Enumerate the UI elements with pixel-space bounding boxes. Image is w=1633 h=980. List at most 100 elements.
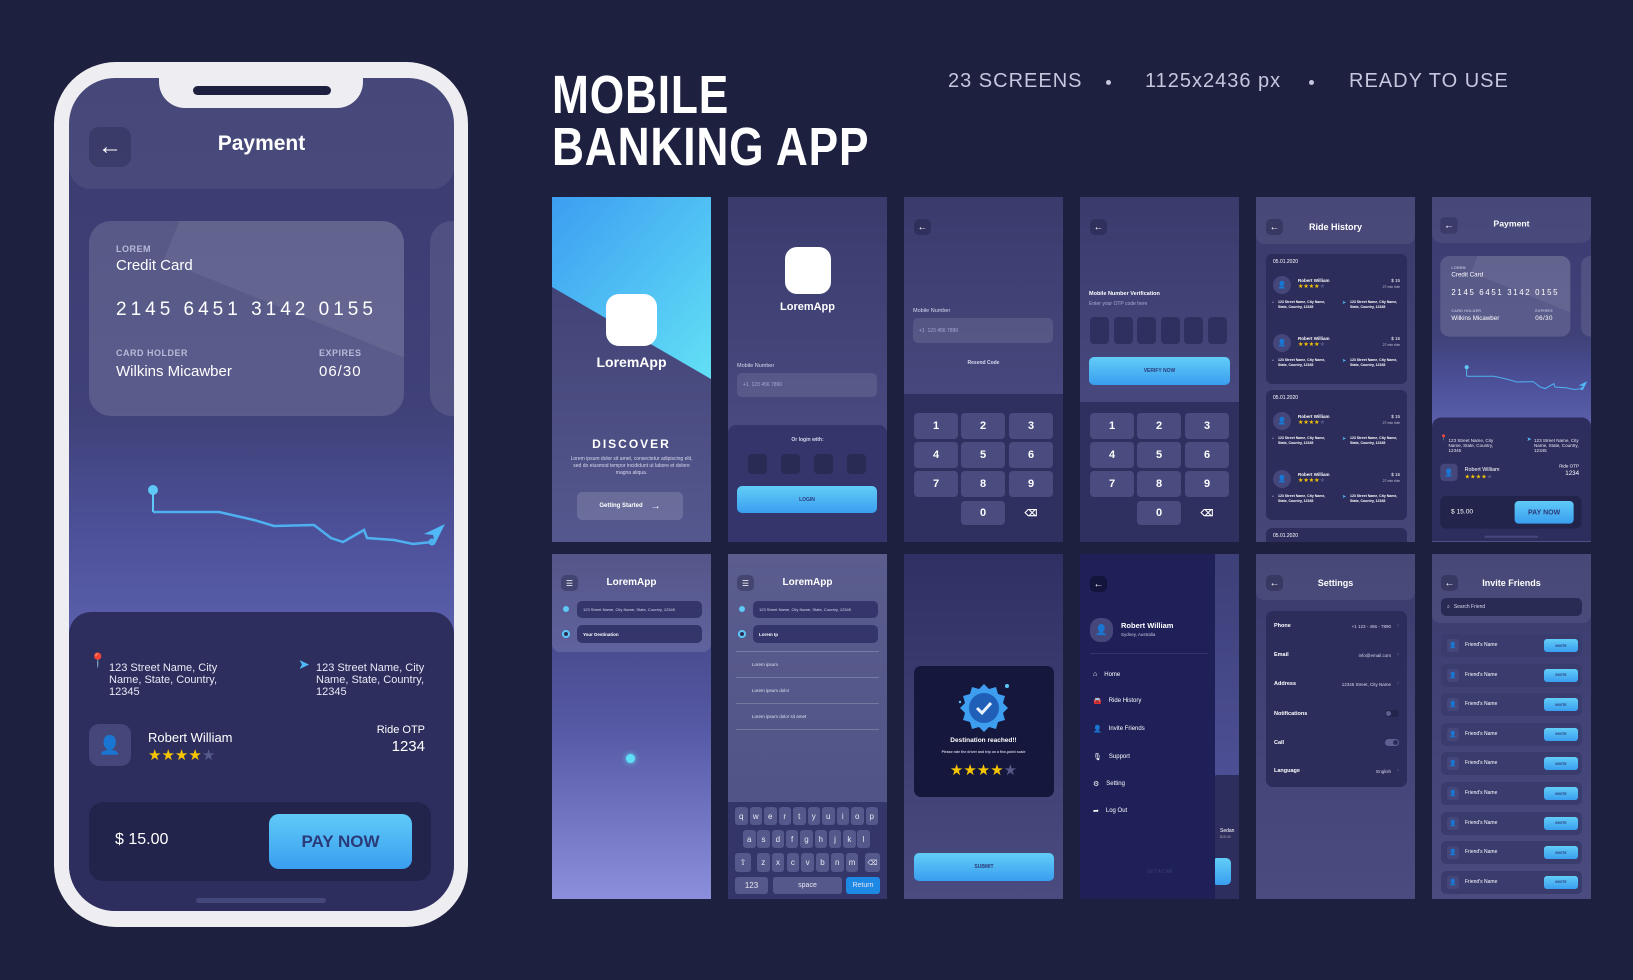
key-8[interactable]: 8 (1137, 471, 1181, 497)
setting-row-address[interactable]: Address 12345 Street, City Name › (1274, 681, 1399, 687)
social-login-button[interactable] (781, 454, 800, 474)
menu-item-log-out[interactable]: ➦ Log Out (1093, 807, 1127, 815)
key-s[interactable]: s (757, 830, 770, 848)
destination-input[interactable]: Lorem Ip (753, 625, 878, 643)
otp-digit-input[interactable] (1090, 317, 1109, 344)
pay-now-button[interactable]: PAY NOW (269, 814, 412, 869)
backspace-key[interactable]: ⌫ (1185, 501, 1229, 525)
invite-button[interactable]: INVITE (1544, 668, 1578, 682)
getting-started-button[interactable]: Getting Started → (577, 492, 683, 520)
numbers-key[interactable]: 123 (735, 877, 768, 894)
origin-input[interactable]: 123 Street Name, City Name, State, Count… (577, 601, 702, 618)
verify-now-button[interactable]: VERIFY NOW (1089, 357, 1230, 385)
invite-button[interactable]: INVITE (1544, 846, 1578, 860)
invite-button[interactable]: INVITE (1544, 875, 1578, 889)
space-key[interactable]: space (773, 877, 842, 894)
key-y[interactable]: y (807, 807, 820, 825)
setting-row-phone[interactable]: Phone +1 123 - 456 - 7890 › (1274, 623, 1399, 629)
key-q[interactable]: q (735, 807, 748, 825)
credit-card[interactable]: LOREM Credit Card 2145 6451 3142 0155 CA… (89, 221, 404, 416)
key-2[interactable]: 2 (1137, 413, 1181, 439)
mobile-number-input[interactable]: +1 123 456 7890 (737, 373, 877, 397)
ride-item[interactable]: 👤 Robert William ★★★★★ $ 15 27 min ride • 123 … (1266, 330, 1407, 390)
next-card[interactable] (1581, 256, 1591, 337)
invite-button[interactable]: INVITE (1544, 816, 1578, 830)
key-w[interactable]: w (749, 807, 762, 825)
setting-row-language[interactable]: Language English › (1274, 768, 1399, 774)
key-l[interactable]: l (857, 830, 870, 848)
key-e[interactable]: e (764, 807, 777, 825)
shift-key[interactable]: ⇧ (735, 853, 751, 872)
key-0[interactable]: 0 (961, 501, 1005, 525)
key-t[interactable]: t (793, 807, 806, 825)
key-k[interactable]: k (843, 830, 856, 848)
key-6[interactable]: 6 (1185, 442, 1229, 468)
key-f[interactable]: f (785, 830, 799, 848)
search-friend-input[interactable]: ⌕ Search Friend (1441, 598, 1582, 616)
key-0[interactable]: 0 (1137, 501, 1181, 525)
suggestion-item[interactable]: Lorem ipsum dolor sit amet (752, 714, 806, 719)
invite-button[interactable]: INVITE (1544, 757, 1578, 771)
back-arrow-icon[interactable]: ← (914, 219, 931, 235)
social-login-button[interactable] (748, 454, 767, 474)
key-v[interactable]: v (801, 853, 814, 872)
key-g[interactable]: g (800, 830, 813, 848)
call-toggle[interactable] (1385, 739, 1399, 746)
key-c[interactable]: c (786, 853, 800, 872)
key-h[interactable]: h (814, 830, 827, 848)
backspace-key[interactable]: ⌫ (1009, 501, 1053, 525)
menu-item-invite-friends[interactable]: 👤 Invite Friends (1093, 725, 1145, 733)
key-1[interactable]: 1 (914, 413, 958, 439)
key-n[interactable]: n (831, 853, 844, 872)
key-1[interactable]: 1 (1090, 413, 1134, 439)
credit-card[interactable]: LOREM Credit Card 2145 6451 3142 0155 CA… (1440, 256, 1571, 337)
key-5[interactable]: 5 (1137, 442, 1181, 468)
key-7[interactable]: 7 (914, 471, 958, 497)
menu-item-ride-history[interactable]: 🚘 Ride History (1093, 697, 1141, 705)
origin-input[interactable]: 123 Street Name, City Name, State, Count… (753, 601, 878, 618)
key-o[interactable]: o (851, 807, 864, 825)
mobile-number-input[interactable]: +1 123 456 7890 (913, 318, 1053, 343)
key-x[interactable]: x (771, 853, 785, 872)
key-7[interactable]: 7 (1090, 471, 1134, 497)
setting-row-call[interactable]: Call (1274, 739, 1399, 746)
invite-button[interactable]: INVITE (1544, 787, 1578, 800)
key-i[interactable]: i (836, 807, 849, 825)
key-d[interactable]: d (771, 830, 785, 848)
suggestion-item[interactable]: Lorem ipsum (752, 662, 778, 667)
otp-digit-input[interactable] (1113, 317, 1133, 344)
otp-digit-input[interactable] (1137, 317, 1156, 344)
social-login-button[interactable] (814, 454, 833, 474)
menu-item-setting[interactable]: ⚙ Setting (1093, 780, 1125, 788)
menu-item-home[interactable]: ⌂ Home (1093, 671, 1120, 678)
key-3[interactable]: 3 (1009, 413, 1053, 439)
key-3[interactable]: 3 (1185, 413, 1229, 439)
key-m[interactable]: m (845, 853, 859, 872)
key-u[interactable]: u (822, 807, 835, 825)
key-z[interactable]: z (757, 853, 770, 872)
notifications-toggle[interactable] (1385, 710, 1399, 717)
resend-code-link[interactable]: Resend Code (904, 360, 1063, 366)
menu-item-support[interactable]: 🎙 Support (1093, 753, 1130, 761)
suggestion-item[interactable]: Lorem ipsum dolor (752, 688, 789, 693)
otp-digit-input[interactable] (1184, 317, 1203, 344)
social-login-button[interactable] (847, 454, 866, 474)
backspace-key[interactable]: ⌫ (865, 853, 880, 872)
pay-now-button[interactable]: PAY NOW (1514, 500, 1574, 524)
key-p[interactable]: p (865, 807, 878, 825)
key-4[interactable]: 4 (1090, 442, 1134, 468)
login-button[interactable]: LOGIN (737, 486, 877, 513)
submit-button[interactable]: SUBMIT (914, 853, 1054, 881)
invite-button[interactable]: INVITE (1544, 698, 1578, 712)
key-b[interactable]: b (816, 853, 829, 872)
return-key[interactable]: Return (846, 877, 880, 894)
otp-digit-input[interactable] (1207, 317, 1227, 344)
key-6[interactable]: 6 (1009, 442, 1053, 468)
invite-button[interactable]: INVITE (1544, 727, 1578, 741)
ride-item[interactable]: 👤 Robert William ★★★★★ $ 15 27 min ride • 123 … (1266, 466, 1407, 526)
key-8[interactable]: 8 (961, 471, 1005, 497)
key-4[interactable]: 4 (914, 442, 958, 468)
setting-row-email[interactable]: Email info@email.com › (1274, 652, 1399, 658)
key-r[interactable]: r (778, 807, 791, 825)
key-9[interactable]: 9 (1185, 471, 1229, 497)
